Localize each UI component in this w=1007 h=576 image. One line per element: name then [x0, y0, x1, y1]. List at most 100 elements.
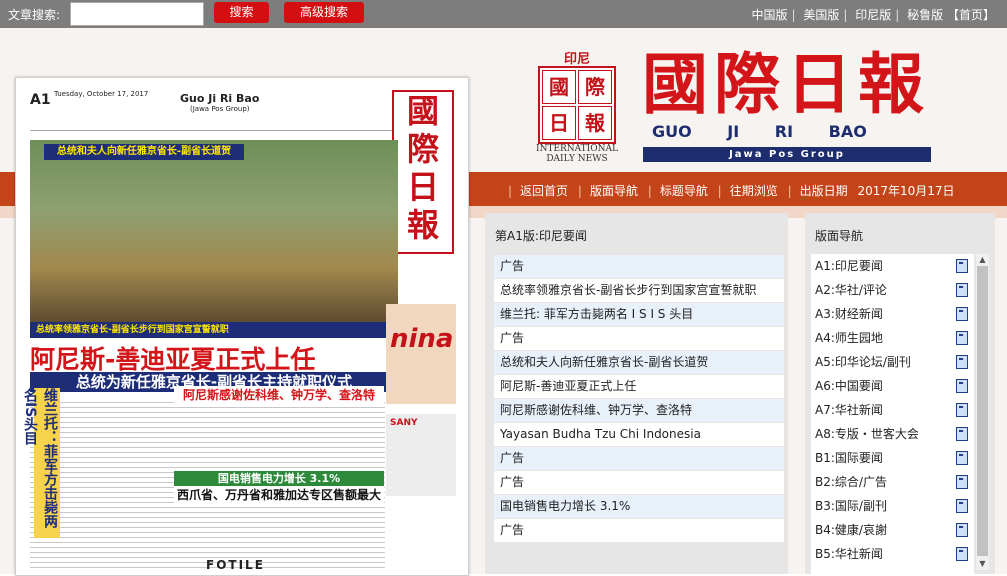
paper-ad-nina[interactable]: nina — [386, 304, 456, 404]
page-nav-label[interactable]: A5:印华论坛/副刊 — [815, 355, 911, 369]
separator: | — [647, 184, 652, 198]
page-icon[interactable] — [956, 523, 968, 537]
paper-photo[interactable]: 总统和夫人向新任雅京省长-副省长道贺 总统率领雅京省长-副省长步行到国家宫宣誓就… — [30, 140, 398, 338]
page-nav-label[interactable]: A8:专版・世客大会 — [815, 427, 919, 441]
page-nav-label[interactable]: A1:印尼要闻 — [815, 259, 883, 273]
scrollbar-thumb[interactable] — [977, 266, 988, 556]
edition-link-peru[interactable]: 秘鲁版 — [907, 8, 943, 22]
article-link[interactable]: 总统和夫人向新任雅京省长-副省长道贺 — [494, 351, 784, 374]
paper-vertical-headline[interactable]: 维兰托：菲军方击毙两名IS头目 — [22, 388, 60, 538]
paper-date: Tuesday, October 17, 2017 — [54, 90, 149, 98]
page-icon[interactable] — [956, 427, 968, 441]
page-nav-item[interactable]: A8:专版・世客大会 — [811, 422, 974, 446]
article-link[interactable]: 国电销售电力增长 3.1% — [494, 495, 784, 518]
page-nav-item[interactable]: A2:华社/评论 — [811, 278, 974, 302]
page-icon[interactable] — [956, 379, 968, 393]
page-nav-item[interactable]: A7:华社新闻 — [811, 398, 974, 422]
page-nav-label[interactable]: B2:综合/广告 — [815, 475, 887, 489]
article-link[interactable]: 维兰托: 菲军方击毙两名 I S I S 头目 — [494, 303, 784, 326]
publish-date-label: 出版日期 — [799, 184, 848, 198]
page-icon[interactable] — [956, 259, 968, 273]
seal-english-2: DAILY NEWS — [546, 154, 608, 164]
scroll-down-arrow-icon[interactable]: ▼ — [976, 558, 989, 570]
page-icon[interactable] — [956, 475, 968, 489]
page-nav-label[interactable]: A4:师生园地 — [815, 331, 883, 345]
page-nav-item[interactable]: B2:综合/广告 — [811, 470, 974, 494]
page-icon[interactable] — [956, 499, 968, 513]
article-link[interactable]: 广告 — [494, 255, 784, 278]
seal-char: 日 — [542, 106, 576, 140]
page-nav-item[interactable]: A6:中国要闻 — [811, 374, 974, 398]
separator: | — [787, 184, 792, 198]
masthead-title: 國際日報 — [642, 45, 930, 123]
page-nav-label[interactable]: B3:国际/副刊 — [815, 499, 887, 513]
page-nav-item[interactable]: A4:师生园地 — [811, 326, 974, 350]
page-nav-item[interactable]: A1:印尼要闻 — [811, 254, 974, 278]
page-icon[interactable] — [956, 307, 968, 321]
page-nav-item[interactable]: B4:健康/哀謝 — [811, 518, 974, 542]
page-nav-label[interactable]: A2:华社/评论 — [815, 283, 887, 297]
photo-caption-bottom: 总统率领雅京省长-副省长步行到国家宫宣誓就职 — [30, 322, 398, 338]
page-icon[interactable] — [956, 331, 968, 345]
paper-subhead-2[interactable]: 国电销售电力增长 3.1% — [174, 471, 384, 487]
page-icon[interactable] — [956, 451, 968, 465]
home-link[interactable]: 【首页】 — [947, 8, 995, 22]
separator: | — [577, 184, 582, 198]
paper-subhead-3[interactable]: 西爪省、万丹省和雅加达专区售额最大 — [174, 486, 384, 503]
separator: | — [791, 8, 796, 22]
separator: | — [717, 184, 722, 198]
edition-link-indonesia[interactable]: 印尼版 — [855, 8, 891, 22]
paper-subhead-1[interactable]: 阿尼斯感谢佐科维、钟万学、查洛特 — [174, 386, 384, 403]
article-link[interactable]: 阿尼斯-善迪亚夏正式上任 — [494, 375, 784, 398]
page-nav-item[interactable]: A5:印华论坛/副刊 — [811, 350, 974, 374]
paper-page-number: A1 — [30, 92, 51, 108]
article-link[interactable]: 广告 — [494, 471, 784, 494]
paper-masthead: 國際日報 — [392, 90, 454, 254]
paper-name: Guo Ji Ri Bao — [180, 92, 260, 105]
nav-link-pages[interactable]: 版面导航 — [590, 184, 638, 198]
edition-link-usa[interactable]: 美国版 — [803, 8, 839, 22]
page-icon[interactable] — [956, 547, 968, 561]
search-input[interactable] — [70, 2, 204, 26]
article-link[interactable]: 阿尼斯感谢佐科维、钟万学、查洛特 — [494, 399, 784, 422]
paper-headline[interactable]: 阿尼斯-善迪亚夏正式上任 — [30, 340, 398, 376]
edition-link-china[interactable]: 中国版 — [751, 8, 787, 22]
page-nav-label[interactable]: A3:财经新闻 — [815, 307, 883, 321]
paper-subname: (Jawa Pos Group) — [190, 105, 250, 113]
article-link[interactable]: 广告 — [494, 327, 784, 350]
article-link[interactable]: 广告 — [494, 447, 784, 470]
article-panel-title: 第A1版:印尼要闻 — [495, 229, 587, 243]
page-nav-item[interactable]: A3:财经新闻 — [811, 302, 974, 326]
nav-link-home[interactable]: 返回首页 — [520, 184, 568, 198]
page-nav-item[interactable]: B1:国际要闻 — [811, 446, 974, 470]
ad-nina-text: nina — [390, 324, 454, 354]
seal-char: 國 — [542, 70, 576, 104]
paper-footer-ad[interactable]: FOTILE — [206, 558, 265, 572]
seal-char: 報 — [578, 106, 612, 140]
page-nav-item[interactable]: B5:华社新闻 — [811, 542, 974, 566]
page-nav-label[interactable]: A6:中国要闻 — [815, 379, 883, 393]
masthead-pinyin: GUO JI RI BAO — [652, 122, 867, 141]
page-icon[interactable] — [956, 403, 968, 417]
article-link[interactable]: 总统率领雅京省长-副省长步行到国家宫宣誓就职 — [494, 279, 784, 302]
page-nav-label[interactable]: B1:国际要闻 — [815, 451, 883, 465]
search-button[interactable]: 搜索 — [214, 2, 269, 23]
ad-sany-text: SANY — [390, 418, 418, 428]
advanced-search-button[interactable]: 高级搜索 — [284, 2, 364, 23]
paper-ad-sany[interactable]: SANY — [386, 414, 456, 496]
page-icon[interactable] — [956, 355, 968, 369]
newspaper-page-image[interactable]: A1 Tuesday, October 17, 2017 Guo Ji Ri B… — [15, 77, 469, 576]
masthead-group: Jawa Pos Group — [643, 147, 931, 162]
page-icon[interactable] — [956, 283, 968, 297]
page-nav-label[interactable]: B4:健康/哀謝 — [815, 523, 887, 537]
page-nav-label[interactable]: B5:华社新闻 — [815, 547, 883, 561]
article-link[interactable]: Yayasan Budha Tzu Chi Indonesia — [494, 423, 784, 446]
page-nav-item[interactable]: B3:国际/副刊 — [811, 494, 974, 518]
article-link[interactable]: 广告 — [494, 519, 784, 542]
nav-link-titles[interactable]: 标题导航 — [660, 184, 708, 198]
seal-english-1: INTERNATIONAL — [536, 144, 618, 154]
nav-link-archive[interactable]: 往期浏览 — [730, 184, 778, 198]
scroll-up-arrow-icon[interactable]: ▲ — [976, 254, 989, 266]
page-nav-label[interactable]: A7:华社新闻 — [815, 403, 883, 417]
page-nav-scrollbar[interactable]: ▲ ▼ — [976, 254, 989, 570]
